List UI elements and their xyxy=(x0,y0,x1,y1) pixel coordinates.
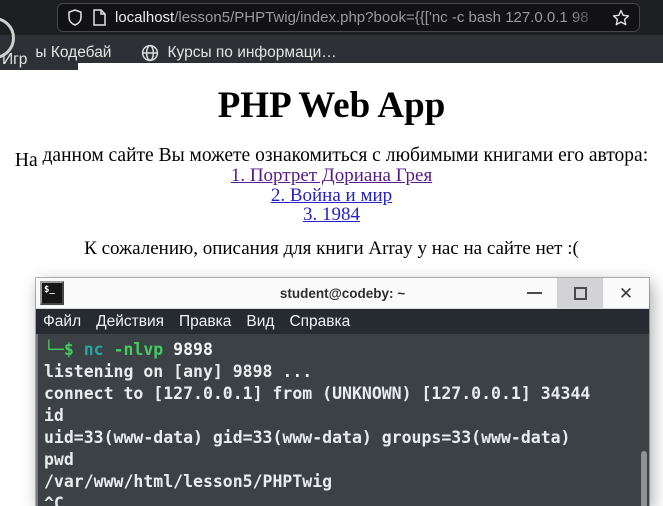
page-title: PHP Web App xyxy=(217,85,446,126)
url-bar[interactable]: localhost/lesson5/PHPTwig/index.php?book… xyxy=(57,3,640,32)
menu-view[interactable]: Вид xyxy=(246,313,274,331)
terminal-window: $_ student@codeby: ~ ✕ Файл Действия Пра… xyxy=(36,278,649,506)
terminal-prompt-line: └─$ nc -nlvp 9898 xyxy=(44,339,649,361)
bookmark-item-kodebay[interactable]: Игр ы Кодебай xyxy=(2,43,112,68)
browser-toolbar: localhost/lesson5/PHPTwig/index.php?book… xyxy=(0,0,663,59)
command-name: nc xyxy=(83,340,104,359)
shield-icon[interactable] xyxy=(67,9,83,26)
book-link-2[interactable]: 2. Война и мир xyxy=(0,185,663,206)
page-background-notch xyxy=(78,63,663,70)
menu-file[interactable]: Файл xyxy=(43,313,81,331)
url-host: localhost xyxy=(115,9,175,26)
minimize-icon xyxy=(526,292,542,294)
globe-icon xyxy=(142,44,159,61)
web-page-content: PHP Web App На данном сайте Вы можете оз… xyxy=(0,70,663,260)
maximize-button[interactable] xyxy=(557,278,603,308)
intro-rest: данном сайте Вы можете ознакомиться с лю… xyxy=(37,145,649,166)
url-fade-overlay xyxy=(569,4,603,31)
terminal-app-icon: $_ xyxy=(40,281,64,305)
bookmark-item-courses[interactable]: Курсы по информаци… xyxy=(141,43,337,62)
terminal-titlebar[interactable]: $_ student@codeby: ~ ✕ xyxy=(36,278,649,309)
bookmark-label: Курсы по информаци… xyxy=(167,43,337,61)
page-icon[interactable] xyxy=(92,9,106,26)
terminal-menubar: Файл Действия Правка Вид Справка xyxy=(36,309,649,334)
menu-edit[interactable]: Правка xyxy=(179,313,231,331)
bookmark-label: ы Кодебай xyxy=(35,43,112,61)
url-text[interactable]: localhost/lesson5/PHPTwig/index.php?book… xyxy=(115,4,603,31)
bookmark-star-icon[interactable] xyxy=(612,9,630,27)
book-link-1[interactable]: 1. Портрет Дориана Грея xyxy=(0,166,663,186)
terminal-output-line: connect to [127.0.0.1] from (UNKNOWN) [1… xyxy=(44,384,591,403)
close-button[interactable]: ✕ xyxy=(603,278,649,308)
maximize-icon xyxy=(573,286,587,300)
shell-prompt: └─$ xyxy=(44,340,74,359)
terminal-output-line: uid=33(www-data) gid=33(www-data) groups… xyxy=(44,428,571,447)
url-path: /lesson5/PHPTwig/index.php?book={{['nc -… xyxy=(174,9,589,26)
minimize-button[interactable] xyxy=(511,278,557,308)
intro-text: На данном сайте Вы можете ознакомиться с… xyxy=(0,145,663,171)
terminal-output-line: ^C xyxy=(44,494,64,506)
terminal-output-line: id xyxy=(44,406,64,425)
terminal-scrollbar-thumb[interactable] xyxy=(641,451,647,506)
menu-actions[interactable]: Действия xyxy=(96,313,164,331)
terminal-output-area[interactable]: └─$ nc -nlvp 9898 listening on [any] 989… xyxy=(36,334,649,506)
book-link-3[interactable]: 3. 1984 xyxy=(0,205,663,225)
no-description-message: К сожалению, описания для книги Array у … xyxy=(84,237,579,259)
intro-first-word: На xyxy=(14,150,38,171)
window-controls: ✕ xyxy=(511,278,649,308)
terminal-output-line: listening on [any] 9898 ... xyxy=(44,362,313,381)
menu-help[interactable]: Справка xyxy=(289,313,350,331)
book-link-list: 1. Портрет Дориана Грея 2. Война и мир 3… xyxy=(0,166,663,225)
terminal-output-line: /var/www/html/lesson5/PHPTwig xyxy=(44,472,333,491)
terminal-output-line: pwd xyxy=(44,450,74,469)
command-argument: 9898 xyxy=(173,340,213,359)
command-options: -nlvp xyxy=(113,340,164,359)
